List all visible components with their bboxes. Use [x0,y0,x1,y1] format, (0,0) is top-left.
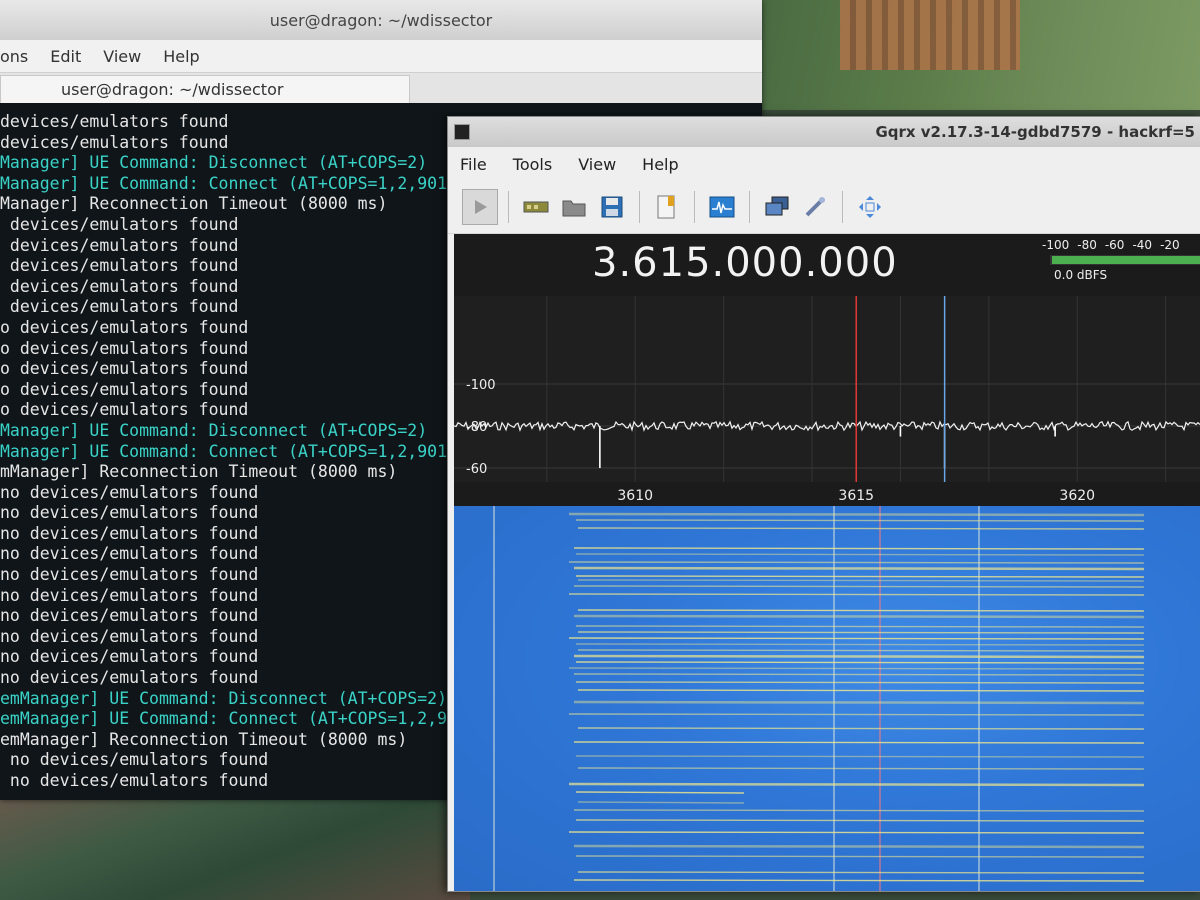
spectrum-plot[interactable]: -40-60-80-100361036153620 [453,296,1200,519]
waterfall-burst [573,547,1145,550]
waterfall-burst [575,575,1145,578]
remote-icon[interactable] [760,190,794,224]
waterfall-burst [573,700,1145,705]
meter-tick: -20 [1160,238,1180,252]
waterfall-burst [577,801,745,804]
waterfall-burst [568,667,1145,670]
meter-tick: -40 [1132,238,1153,252]
waterfall-burst [577,527,1145,530]
gqrx-titlebar[interactable]: Gqrx v2.17.3-14-gdbd7579 - hackrf=5 [448,117,1200,147]
waterfall-burst [575,519,1145,522]
gqrx-window: Gqrx v2.17.3-14-gdbd7579 - hackrf=5 File… [447,116,1200,892]
signal-meter-label: 0.0 dBFS [1054,268,1108,282]
menu-tools[interactable]: Tools [513,155,552,174]
waterfall-burst [568,831,1145,834]
frequency-display[interactable]: 3.615.000.000 [592,240,898,286]
y-tick-label: -60 [466,462,487,477]
menu-edit[interactable]: Edit [50,45,81,68]
signal-meter-scale: -100 -80 -60 -40 -20 [1042,238,1200,252]
menu-view[interactable]: View [103,45,141,68]
waterfall-burst [568,637,1145,640]
bookmark-icon[interactable] [650,190,684,224]
play-icon[interactable] [462,189,498,225]
waterfall-burst [575,681,1145,684]
fft-icon[interactable] [705,190,739,224]
save-icon[interactable] [595,190,629,224]
terminal-tab[interactable]: user@dragon: ~/wdissector [0,75,410,103]
waterfall-burst [573,614,1145,619]
waterfall-burst [568,561,1145,564]
menu-view[interactable]: View [578,155,616,174]
toolbar-separator [749,191,750,223]
menu-file[interactable]: File [460,155,487,174]
waterfall-display[interactable] [454,506,1200,891]
hardware-icon[interactable] [519,190,553,224]
meter-tick: -80 [1077,238,1097,252]
waterfall-burst [573,654,1145,659]
waterfall-burst [573,673,1145,676]
terminal-tabbar: user@dragon: ~/wdissector [0,73,762,103]
waterfall-burst [577,727,1145,730]
terminal-tab-title: user@dragon: ~/wdissector [61,80,284,99]
waterfall-burst [568,512,1145,517]
y-tick-label: -100 [466,378,496,393]
waterfall-burst [577,609,1145,612]
waterfall-burst [568,782,1145,787]
waterfall-burst [575,819,1145,822]
gqrx-toolbar [448,181,1200,234]
waterfall-burst [568,593,1145,596]
frequency-bar: 3.615.000.000 -100 -80 -60 -40 -20 0.0 d… [454,234,1200,296]
menu-help[interactable]: Help [642,155,678,174]
background-pcb-resistors [840,0,1020,70]
waterfall-burst [573,809,1145,812]
gqrx-window-title: Gqrx v2.17.3-14-gdbd7579 - hackrf=5 [875,123,1195,141]
gqrx-menubar: File Tools View Help [448,147,1200,181]
x-tick-label: 3615 [838,488,874,504]
waterfall-burst [575,855,1145,858]
waterfall-burst [573,741,1145,744]
waterfall-burst [575,791,745,794]
fullscreen-icon[interactable] [853,190,887,224]
toolbar-separator [694,191,695,223]
waterfall-burst [575,553,1145,556]
terminal-window-title: user@dragon: ~/wdissector [269,10,493,30]
waterfall-burst [573,844,1145,849]
waterfall-burst [577,871,1145,874]
meter-tick: -60 [1104,238,1125,252]
x-tick-label: 3610 [617,488,653,504]
toolbar-separator [508,191,509,223]
folder-icon[interactable] [557,190,591,224]
waterfall-burst [573,566,1145,571]
waterfall-burst [573,879,1145,882]
waterfall-burst [577,579,1145,582]
toolbar-separator [639,191,640,223]
waterfall-burst [575,755,1145,758]
waterfall-burst [577,631,1145,634]
waterfall-burst [577,767,1145,770]
tools-icon[interactable] [798,190,832,224]
app-icon [454,124,470,140]
signal-meter-bar [1052,256,1200,264]
toolbar-separator [842,191,843,223]
menu-help[interactable]: Help [163,45,199,68]
waterfall-burst [575,661,1145,664]
waterfall-burst [577,689,1145,692]
meter-tick: -100 [1042,238,1070,252]
waterfall-burst [577,649,1145,652]
waterfall-burst [568,713,1145,716]
x-tick-label: 3620 [1059,488,1095,504]
terminal-titlebar[interactable]: user@dragon: ~/wdissector [0,0,762,40]
menu-options[interactable]: ons [0,45,28,68]
waterfall-burst [575,643,1145,646]
terminal-menubar: ons Edit View Help [0,40,762,73]
waterfall-burst [575,625,1145,628]
waterfall-burst [573,585,1145,588]
